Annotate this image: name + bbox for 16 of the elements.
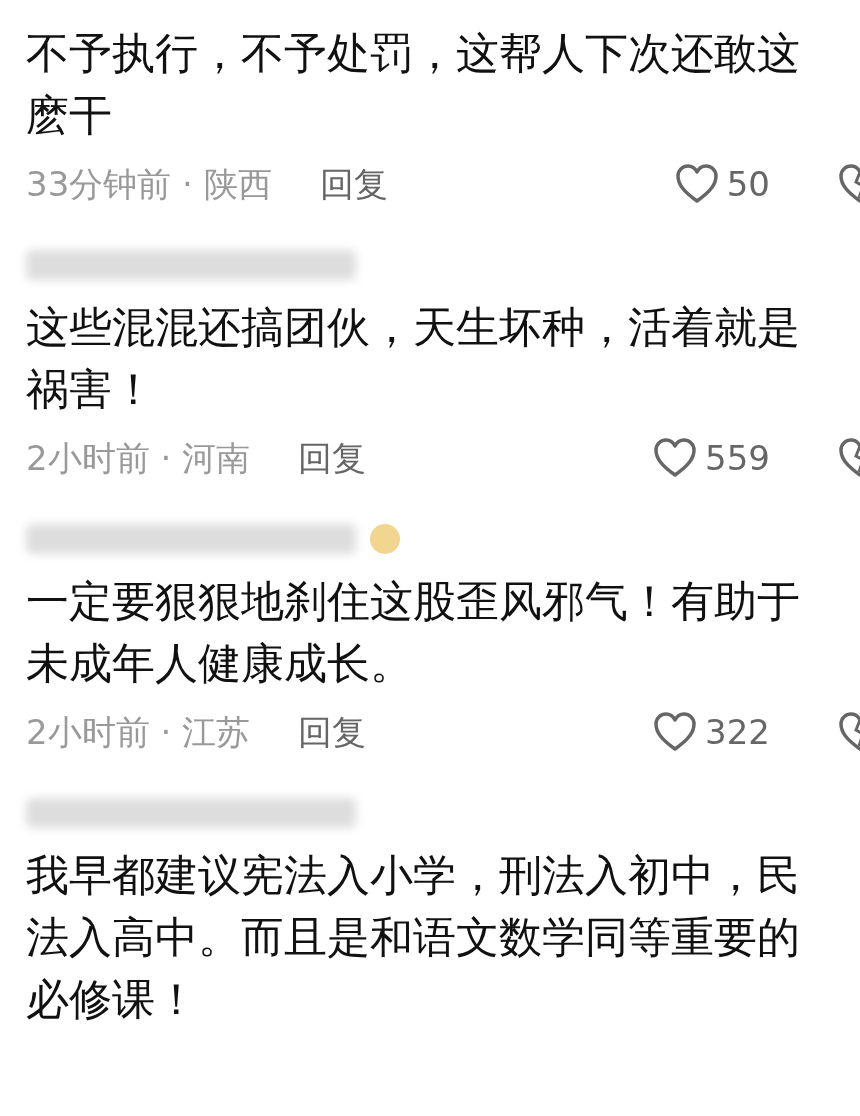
like-count: 559 bbox=[705, 436, 770, 480]
like-count: 50 bbox=[726, 162, 770, 206]
reply-link[interactable]: 回复 bbox=[319, 158, 388, 210]
comment-text: 一定要狠狠地刹住这股歪风邪气！有助于未成年人健康成长。 bbox=[26, 575, 801, 690]
comment-text: 这些混混还搞团伙，天生坏种，活着就是祸害！ bbox=[26, 301, 801, 416]
comment-text: 不予执行，不予处罚，这帮人下次还敢这麽干 bbox=[26, 27, 801, 142]
like-icon[interactable] bbox=[653, 712, 698, 752]
like-icon[interactable] bbox=[674, 164, 719, 204]
like-count: 322 bbox=[705, 710, 770, 754]
comment-time-location: 2小时前 · 河南 bbox=[26, 436, 251, 480]
comment-time-location: 33分钟前 · 陕西 bbox=[26, 162, 272, 206]
comment-text: 我早都建议宪法入小学，刑法入初中，民法入高中。而且是和语文数学同等重要的必修课！ bbox=[26, 849, 801, 1026]
comment-time-location: 2小时前 · 江苏 bbox=[26, 710, 251, 754]
reply-link[interactable]: 回复 bbox=[298, 706, 367, 758]
like-icon[interactable] bbox=[653, 438, 698, 478]
reply-link[interactable]: 回复 bbox=[298, 432, 367, 484]
